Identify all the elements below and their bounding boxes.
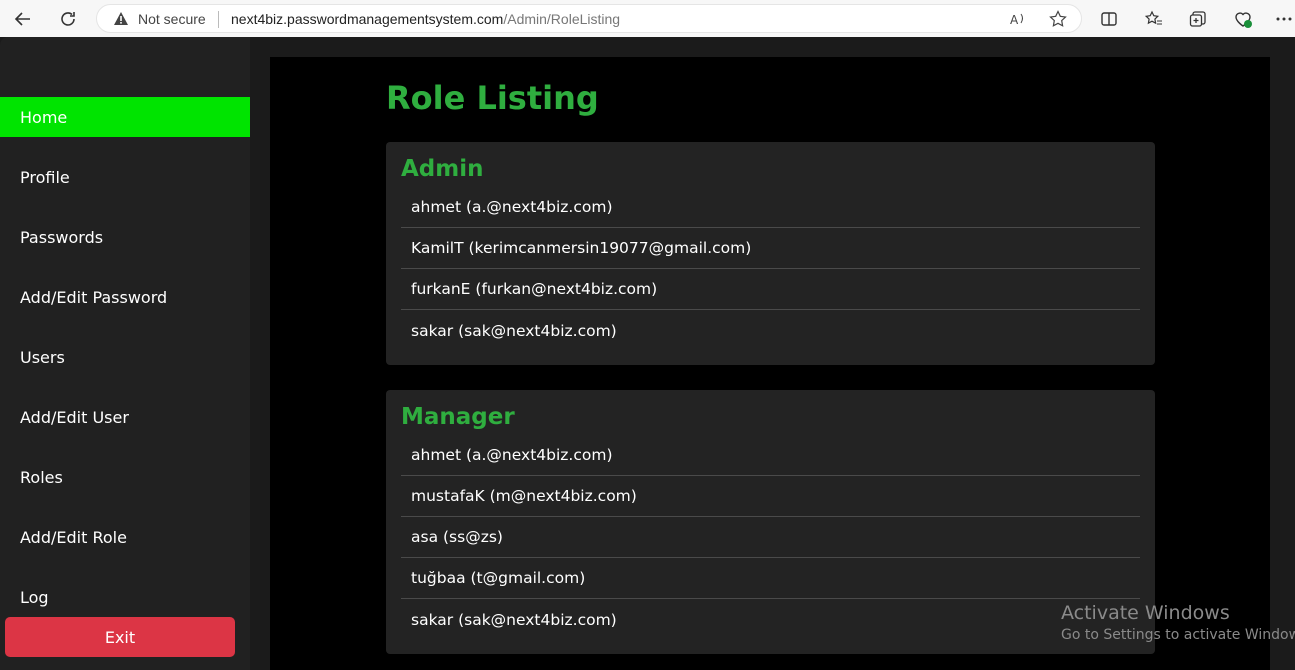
refresh-icon bbox=[61, 12, 75, 26]
sidebar-item-profile[interactable]: Profile bbox=[0, 157, 250, 197]
url-host: next4biz.passwordmanagementsystem.com bbox=[231, 11, 504, 27]
role-card-manager: Manager ahmet (a.@next4biz.com) mustafaK… bbox=[386, 390, 1155, 654]
favorite-star-icon[interactable] bbox=[1047, 8, 1069, 30]
arrow-left-icon bbox=[14, 12, 30, 26]
list-item: tuğbaa (t@gmail.com) bbox=[401, 558, 1140, 599]
list-item: KamilT (kerimcanmersin19077@gmail.com) bbox=[401, 228, 1140, 269]
list-item: mustafaK (m@next4biz.com) bbox=[401, 476, 1140, 517]
browser-toolbar: Not secure next4biz.passwordmanagementsy… bbox=[0, 0, 1295, 37]
svg-text:A: A bbox=[1010, 13, 1019, 27]
collections-icon[interactable] bbox=[1187, 8, 1209, 30]
list-item: sakar (sak@next4biz.com) bbox=[411, 610, 617, 629]
role-card-admin: Admin ahmet (a.@next4biz.com) KamilT (ke… bbox=[386, 142, 1155, 365]
list-item: furkanE (furkan@next4biz.com) bbox=[401, 269, 1140, 310]
read-aloud-icon[interactable]: A bbox=[1007, 8, 1029, 30]
browser-essentials-icon[interactable] bbox=[1232, 8, 1254, 30]
activation-watermark-subtitle: Go to Settings to activate Windows. bbox=[1061, 627, 1295, 643]
role-name: Manager bbox=[401, 404, 515, 430]
sidebar-item-home[interactable]: Home bbox=[0, 97, 250, 137]
sidebar-item-log[interactable]: Log bbox=[0, 577, 250, 617]
split-screen-icon[interactable] bbox=[1098, 8, 1120, 30]
list-item: sakar (sak@next4biz.com) bbox=[411, 321, 617, 340]
favorites-icon[interactable] bbox=[1143, 8, 1165, 30]
sidebar: Home Profile Passwords Add/Edit Password… bbox=[0, 37, 250, 670]
back-button[interactable] bbox=[10, 6, 36, 32]
refresh-button[interactable] bbox=[55, 6, 81, 32]
sidebar-item-add-edit-password[interactable]: Add/Edit Password bbox=[0, 277, 250, 317]
sidebar-item-passwords[interactable]: Passwords bbox=[0, 217, 250, 257]
sidebar-item-users[interactable]: Users bbox=[0, 337, 250, 377]
list-item: ahmet (a.@next4biz.com) bbox=[401, 187, 1140, 228]
sidebar-item-roles[interactable]: Roles bbox=[0, 457, 250, 497]
list-item: asa (ss@zs) bbox=[401, 517, 1140, 558]
warning-icon bbox=[113, 11, 129, 30]
address-divider bbox=[218, 11, 219, 28]
page-title: Role Listing bbox=[386, 79, 599, 117]
list-item: ahmet (a.@next4biz.com) bbox=[401, 435, 1140, 476]
role-name: Admin bbox=[401, 156, 484, 182]
more-options-icon[interactable] bbox=[1273, 8, 1295, 30]
address-bar[interactable]: Not secure next4biz.passwordmanagementsy… bbox=[96, 4, 1082, 33]
url-text: next4biz.passwordmanagementsystem.com/Ad… bbox=[231, 11, 620, 27]
url-path: /Admin/RoleListing bbox=[503, 11, 621, 27]
sidebar-item-add-edit-role[interactable]: Add/Edit Role bbox=[0, 517, 250, 557]
exit-button[interactable]: Exit bbox=[5, 617, 235, 657]
security-label[interactable]: Not secure bbox=[138, 11, 206, 27]
main-content: Role Listing Admin ahmet (a.@next4biz.co… bbox=[270, 57, 1270, 670]
sidebar-item-add-edit-user[interactable]: Add/Edit User bbox=[0, 397, 250, 437]
app-viewport: Home Profile Passwords Add/Edit Password… bbox=[0, 37, 1295, 670]
activation-watermark-title: Activate Windows bbox=[1061, 602, 1230, 624]
